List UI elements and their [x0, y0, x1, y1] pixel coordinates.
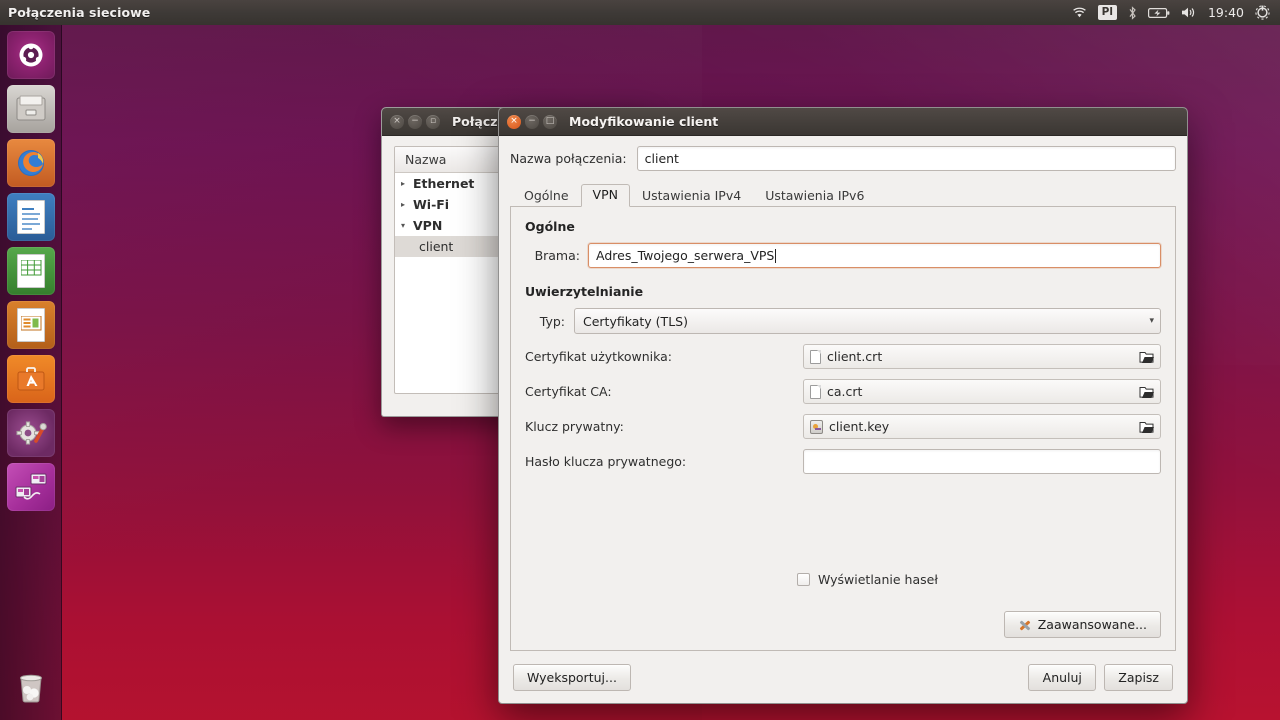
gateway-label: Brama: [534, 248, 580, 263]
user-cert-value: client.crt [827, 349, 883, 364]
dialog-window-buttons: × − □ [507, 114, 557, 129]
open-folder-icon[interactable] [1136, 347, 1156, 366]
tab-ipv4[interactable]: Ustawienia IPv4 [630, 185, 753, 208]
network-connections-icon[interactable] [6, 463, 55, 511]
chevron-right-icon[interactable]: ▸ [401, 179, 413, 188]
key-certificate-icon [810, 419, 823, 434]
save-button[interactable]: Zapisz [1104, 663, 1173, 691]
list-item-label: Ethernet [413, 176, 475, 191]
connection-name-row: Nazwa połączenia: client [510, 146, 1176, 171]
vpn-tab-panel: Ogólne Brama: Adres_Twojego_serwera_VPS … [510, 207, 1176, 651]
close-icon[interactable]: × [507, 114, 521, 129]
advanced-button[interactable]: Zaawansowane... [1003, 611, 1161, 638]
open-folder-icon[interactable] [1136, 417, 1156, 436]
ca-cert-row: Certyfikat CA: ca.crt [525, 379, 1161, 404]
tools-icon [1018, 618, 1032, 632]
bluetooth-icon[interactable] [1128, 5, 1137, 20]
tab-ogolne[interactable]: Ogólne [512, 185, 581, 208]
clock[interactable]: 19:40 [1208, 5, 1244, 20]
ubuntu-software-icon[interactable] [6, 355, 55, 403]
keyboard-layout-indicator[interactable]: Pl [1097, 5, 1117, 20]
window-buttons: × − ▫ [390, 114, 440, 129]
connection-name-label: Nazwa połączenia: [510, 151, 627, 166]
dialog-titlebar[interactable]: × − □ Modyfikowanie client [499, 108, 1187, 136]
cancel-button[interactable]: Anuluj [1028, 663, 1097, 691]
minimize-icon[interactable]: − [408, 114, 422, 129]
private-key-password-row: Hasło klucza prywatnego: [525, 449, 1161, 474]
auth-type-row: Typ: Certyfikaty (TLS) ▾ [525, 308, 1161, 334]
chevron-right-icon[interactable]: ▸ [401, 200, 413, 209]
battery-icon[interactable] [1147, 7, 1170, 19]
panel-indicators: Pl 19:40 [1072, 5, 1280, 20]
system-settings-icon[interactable] [6, 409, 55, 457]
private-key-password-input[interactable] [803, 449, 1161, 474]
close-icon[interactable]: × [390, 114, 404, 129]
advanced-button-label: Zaawansowane... [1037, 617, 1147, 632]
libreoffice-writer-icon[interactable] [6, 193, 55, 241]
dash-home-icon[interactable] [6, 31, 55, 79]
tab-bar: Ogólne VPN Ustawienia IPv4 Ustawienia IP… [510, 181, 1176, 207]
user-cert-filechooser[interactable]: client.crt [803, 344, 1161, 369]
connection-name-input[interactable]: client [636, 146, 1176, 171]
text-cursor [775, 248, 777, 263]
ca-cert-label: Certyfikat CA: [525, 384, 612, 399]
private-key-value: client.key [829, 419, 890, 434]
file-manager-icon[interactable] [6, 85, 55, 133]
tab-vpn[interactable]: VPN [580, 183, 630, 207]
open-folder-icon[interactable] [1136, 382, 1156, 401]
private-key-password-label: Hasło klucza prywatnego: [525, 454, 687, 469]
private-key-label: Klucz prywatny: [525, 419, 624, 434]
session-menu-icon[interactable] [1255, 5, 1270, 20]
top-panel: Połączenia sieciowe Pl 19:40 [0, 0, 1280, 25]
maximize-icon[interactable]: ▫ [426, 114, 440, 129]
auth-type-value: Certyfikaty (TLS) [583, 313, 688, 329]
list-item-label: Wi-Fi [413, 197, 450, 212]
panel-window-title: Połączenia sieciowe [8, 5, 151, 20]
gateway-input[interactable]: Adres_Twojego_serwera_VPS [588, 243, 1161, 268]
show-passwords-checkbox[interactable] [797, 573, 810, 586]
libreoffice-calc-icon[interactable] [6, 247, 55, 295]
unity-launcher [0, 25, 62, 720]
ca-cert-filechooser[interactable]: ca.crt [803, 379, 1161, 404]
gateway-input-value: Adres_Twojego_serwera_VPS [596, 248, 775, 263]
private-key-row: Klucz prywatny: client.key [525, 414, 1161, 439]
private-key-filechooser[interactable]: client.key [803, 414, 1161, 439]
libreoffice-impress-icon[interactable] [6, 301, 55, 349]
user-cert-row: Certyfikat użytkownika: client.crt [525, 344, 1161, 369]
dialog-title: Modyfikowanie client [569, 114, 719, 129]
list-item-label: client [419, 239, 454, 254]
list-item-label: VPN [413, 218, 443, 233]
dialog-content: Nazwa połączenia: client Ogólne VPN Usta… [499, 136, 1187, 651]
chevron-down-icon[interactable]: ▾ [1149, 316, 1154, 326]
minimize-icon[interactable]: − [525, 114, 539, 129]
dialog-action-bar: Wyeksportuj... Anuluj Zapisz [499, 651, 1187, 703]
document-icon [810, 384, 821, 399]
export-button[interactable]: Wyeksportuj... [513, 663, 631, 691]
wifi-icon[interactable] [1072, 7, 1087, 19]
show-passwords-row: Wyświetlanie haseł [797, 572, 1161, 587]
user-cert-label: Certyfikat użytkownika: [525, 349, 673, 364]
chevron-down-icon[interactable]: ▾ [401, 221, 413, 230]
auth-type-select[interactable]: Certyfikaty (TLS) ▾ [574, 308, 1161, 334]
maximize-icon[interactable]: □ [543, 114, 557, 129]
volume-icon[interactable] [1181, 6, 1197, 19]
document-icon [810, 349, 821, 364]
gateway-row: Brama: Adres_Twojego_serwera_VPS [525, 243, 1161, 268]
ca-cert-value: ca.crt [827, 384, 863, 399]
tab-ipv6[interactable]: Ustawienia IPv6 [753, 185, 876, 208]
show-passwords-label: Wyświetlanie haseł [818, 572, 938, 587]
auth-type-label: Typ: [539, 313, 565, 329]
edit-connection-dialog[interactable]: × − □ Modyfikowanie client Nazwa połącze… [498, 107, 1188, 704]
firefox-icon[interactable] [6, 139, 55, 187]
section-general-title: Ogólne [525, 219, 575, 234]
trash-icon[interactable] [7, 662, 55, 710]
section-authentication-title: Uwierzytelnianie [525, 284, 644, 299]
advanced-row: Zaawansowane... [525, 611, 1161, 638]
